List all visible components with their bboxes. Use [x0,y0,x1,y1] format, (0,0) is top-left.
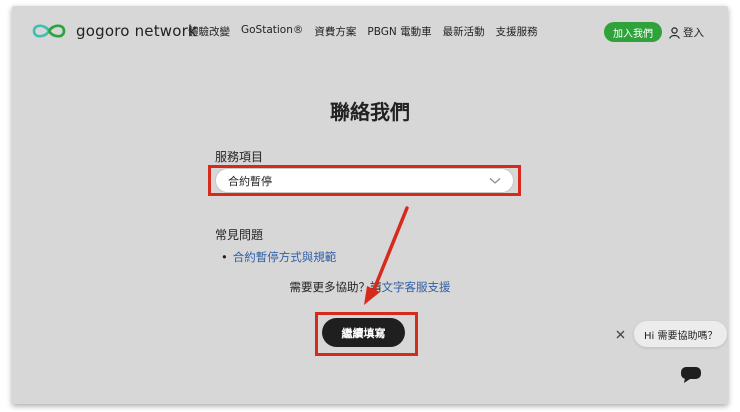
chat-prompt-bubble[interactable]: Hi 需要協助嗎？ [634,321,728,347]
chat-icon [681,367,701,383]
chat-close-button[interactable] [613,327,627,341]
browser-frame: gogoro network 體驗改變 GoStation® 資費方案 PBGN… [12,6,728,404]
chat-launcher-button[interactable] [672,356,710,394]
continue-button[interactable]: 繼續填寫 [322,318,405,347]
close-icon [616,330,624,338]
